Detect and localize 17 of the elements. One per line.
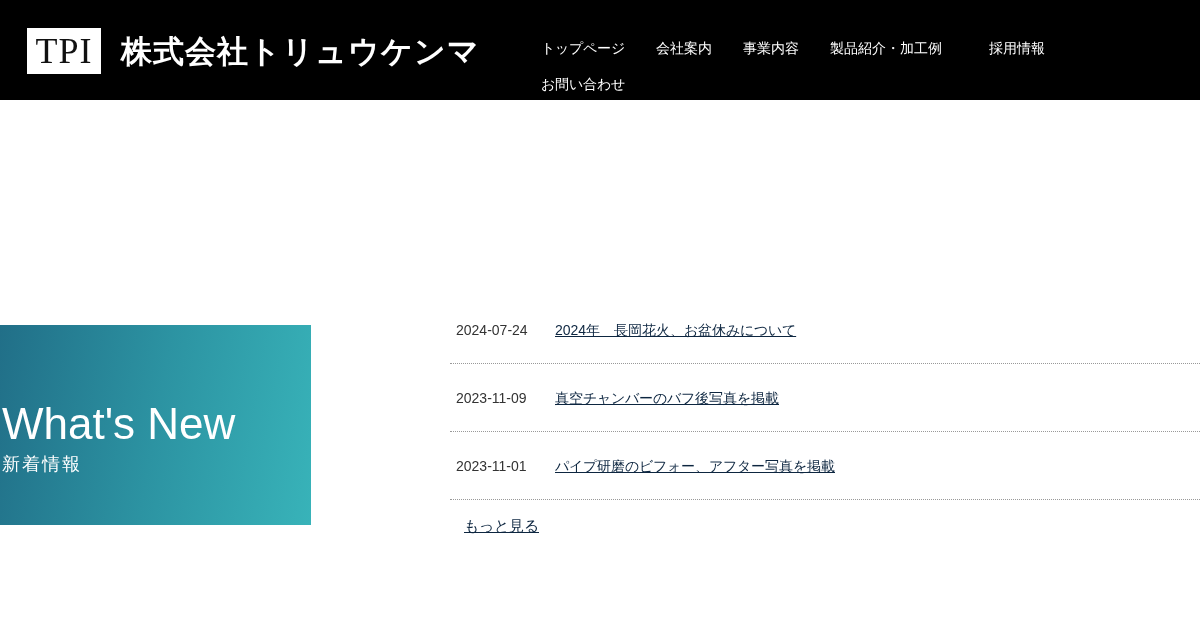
nav-link[interactable]: 製品紹介・加工例 <box>830 38 942 58</box>
news-date: 2023-11-09 <box>456 388 528 407</box>
news-date: 2023-11-01 <box>456 456 528 475</box>
news-link[interactable]: パイプ研磨のビフォー、アフター写真を掲載 <box>555 456 835 475</box>
company-name[interactable]: 株式会社トリュウケンマ <box>121 28 480 74</box>
nav-link[interactable]: 会社案内 <box>656 38 712 58</box>
nav-link[interactable]: 採用情報 <box>989 38 1045 58</box>
nav-link[interactable]: トップページ <box>541 38 625 58</box>
news-date: 2024-07-24 <box>456 320 529 339</box>
nav-link[interactable]: お問い合わせ <box>541 74 625 94</box>
section-title: What's New <box>2 402 237 446</box>
section-subtitle: 新着情報 <box>2 453 83 475</box>
news-link[interactable]: 2024年 長岡花火、お盆休みについて <box>555 320 797 339</box>
logo-mark[interactable]: TPI <box>27 28 101 74</box>
more-link[interactable]: もっと見る <box>464 516 539 536</box>
news-link[interactable]: 真空チャンバーのバフ後写真を掲載 <box>555 388 779 407</box>
nav-link[interactable]: 事業内容 <box>743 38 799 58</box>
